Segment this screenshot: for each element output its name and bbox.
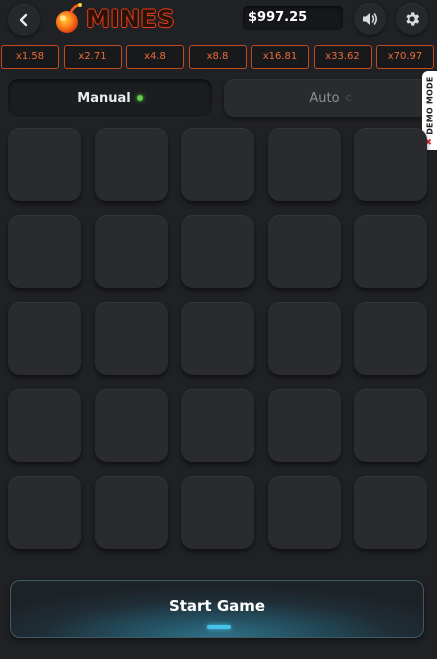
tab-manual[interactable]: Manual xyxy=(8,79,212,117)
mine-tile[interactable] xyxy=(354,389,427,462)
mine-tile[interactable] xyxy=(181,302,254,375)
mine-tile[interactable] xyxy=(94,389,168,462)
mine-tile[interactable] xyxy=(267,302,341,375)
logo-text: MINES xyxy=(86,5,176,33)
multiplier-strip: x1.58 x2.71 x4.8 x8.8 x16.81 x33.62 x70.… xyxy=(1,45,437,69)
mine-tile[interactable] xyxy=(354,215,427,288)
mine-tile[interactable] xyxy=(8,476,81,549)
mines-game: MINES $997.25 x1.58 x2.71 x4.8 x8.8 x16.… xyxy=(0,0,437,659)
mine-tile[interactable] xyxy=(267,128,341,201)
mine-tile[interactable] xyxy=(8,128,81,201)
mode-tabs: Manual Auto xyxy=(8,79,437,119)
mine-tile[interactable] xyxy=(354,302,427,375)
gear-icon xyxy=(406,12,420,26)
start-game-label: Start Game xyxy=(168,596,266,615)
mine-tile[interactable] xyxy=(354,128,427,201)
back-button[interactable] xyxy=(8,4,40,36)
header: MINES $997.25 xyxy=(0,0,437,40)
start-game-button[interactable]: Start Game xyxy=(10,580,424,638)
active-indicator-icon xyxy=(136,95,143,101)
multiplier-chip: x33.62 xyxy=(313,45,372,69)
mine-tile[interactable] xyxy=(354,476,427,549)
mine-tile[interactable] xyxy=(181,389,254,462)
multiplier-chip: x16.81 xyxy=(251,45,309,69)
multiplier-chip: x70.97 xyxy=(376,45,434,69)
tab-auto[interactable]: Auto xyxy=(224,79,437,117)
bomb-icon xyxy=(56,3,82,33)
inactive-indicator-icon xyxy=(345,95,352,101)
multiplier-chip: x8.8 xyxy=(188,45,247,69)
multiplier-chip: x1.58 xyxy=(1,45,59,69)
settings-button[interactable] xyxy=(396,3,428,35)
mine-tile[interactable] xyxy=(267,389,341,462)
balance-display: $997.25 xyxy=(243,6,343,30)
mine-tile[interactable] xyxy=(8,389,81,462)
mine-tile[interactable] xyxy=(181,128,254,201)
demo-mode-label: DEMO MODE xyxy=(425,75,435,135)
multiplier-chip: x4.8 xyxy=(126,45,184,69)
chevron-left-icon xyxy=(19,13,28,27)
start-indicator xyxy=(207,625,231,629)
mine-tile[interactable] xyxy=(267,476,341,549)
mine-tile[interactable] xyxy=(8,302,81,375)
mine-tile[interactable] xyxy=(181,215,254,288)
mine-tile[interactable] xyxy=(94,302,168,375)
tab-auto-label: Auto xyxy=(309,90,340,106)
mine-tile[interactable] xyxy=(94,215,168,288)
mine-tile[interactable] xyxy=(181,476,254,549)
tab-manual-label: Manual xyxy=(77,90,131,106)
mine-tile[interactable] xyxy=(94,128,168,201)
mine-tile[interactable] xyxy=(8,215,81,288)
mine-tile[interactable] xyxy=(94,476,168,549)
multiplier-chip: x2.71 xyxy=(63,45,122,69)
speaker-icon xyxy=(363,13,378,25)
game-logo: MINES xyxy=(54,2,175,36)
mine-tile[interactable] xyxy=(267,215,341,288)
sound-button[interactable] xyxy=(354,3,386,35)
